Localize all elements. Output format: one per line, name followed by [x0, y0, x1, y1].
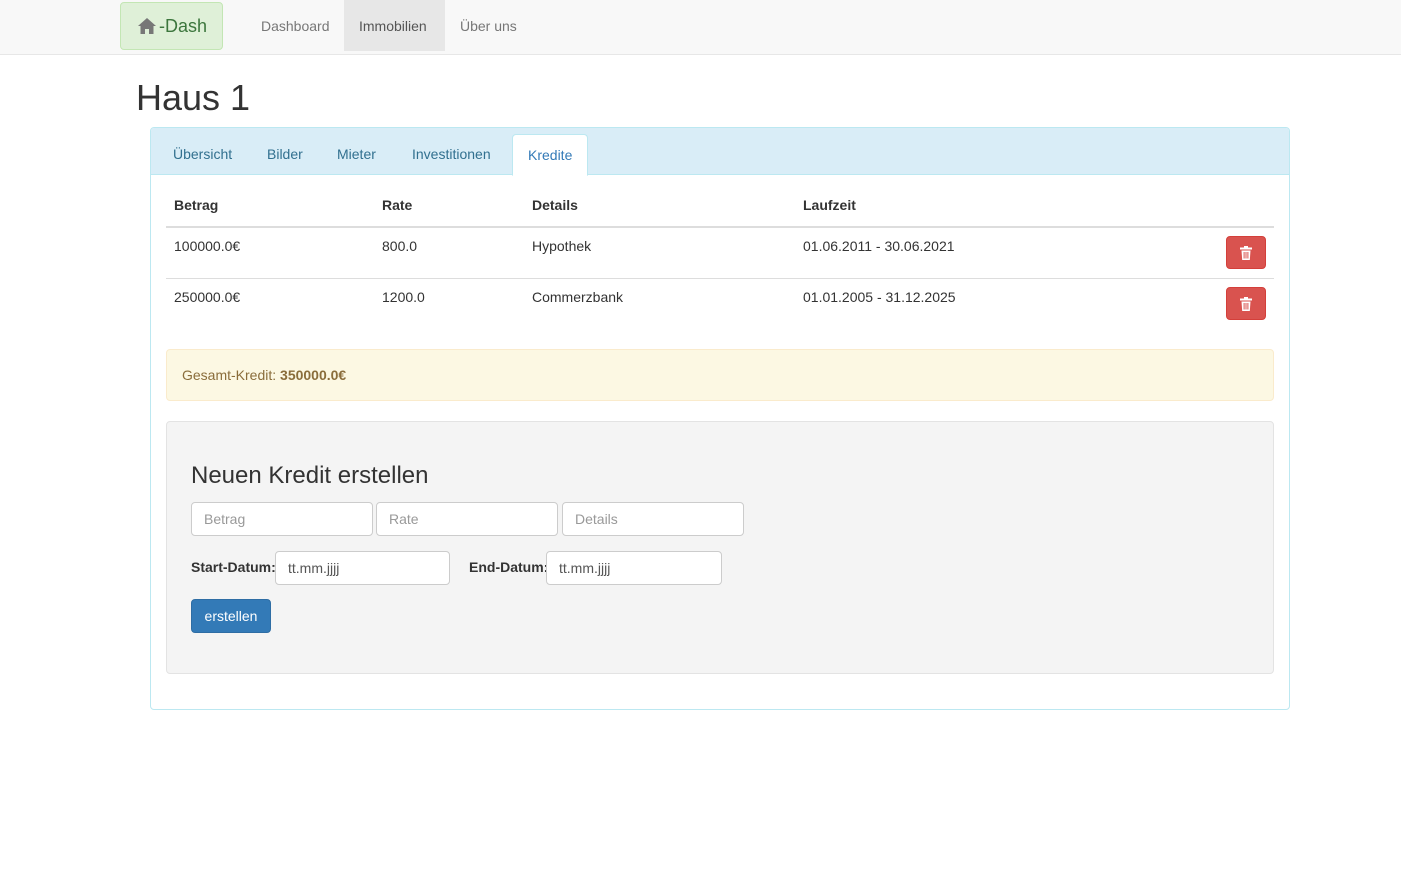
total-credit-value: 350000.0€: [280, 367, 347, 383]
tab-bilder[interactable]: Bilder: [252, 134, 318, 175]
end-date-label: End-Datum:: [469, 559, 549, 575]
cell-rate: 800.0: [382, 238, 418, 254]
tab-mieter[interactable]: Mieter: [322, 134, 391, 175]
table-header-divider: [166, 226, 1274, 228]
cell-betrag: 250000.0€: [174, 289, 241, 305]
create-button[interactable]: erstellen: [191, 599, 271, 633]
form-title: Neuen Kredit erstellen: [191, 462, 429, 489]
create-credit-form: Neuen Kredit erstellen Betrag Rate Detai…: [166, 421, 1274, 674]
brand-logo[interactable]: -Dash: [120, 2, 223, 50]
delete-button[interactable]: [1226, 236, 1266, 269]
brand-label: -Dash: [159, 15, 208, 36]
end-date-input[interactable]: tt.mm.jjjj: [546, 551, 722, 585]
cell-details: Hypothek: [532, 238, 592, 254]
total-credit-label: Gesamt-Kredit:: [182, 367, 277, 383]
details-input[interactable]: Details: [562, 502, 744, 536]
property-panel: Übersicht Bilder Mieter Investitionen Kr…: [150, 127, 1290, 710]
tab-kredite[interactable]: Kredite: [512, 134, 589, 176]
col-header-rate: Rate: [382, 197, 413, 213]
cell-rate: 1200.0: [382, 289, 425, 305]
total-credit-alert: Gesamt-Kredit: 350000.0€: [166, 349, 1274, 401]
start-date-input[interactable]: tt.mm.jjjj: [275, 551, 450, 585]
home-icon: [138, 18, 156, 34]
cell-laufzeit: 01.06.2011 - 30.06.2021: [803, 238, 955, 254]
col-header-details: Details: [532, 197, 578, 213]
col-header-laufzeit: Laufzeit: [803, 197, 856, 213]
cell-betrag: 100000.0€: [174, 238, 241, 254]
tab-investitionen[interactable]: Investitionen: [397, 134, 506, 175]
tab-bar: Übersicht Bilder Mieter Investitionen Kr…: [151, 128, 1289, 176]
nav-ueber-uns[interactable]: Über uns: [445, 0, 532, 51]
delete-button[interactable]: [1226, 287, 1266, 320]
cell-laufzeit: 01.01.2005 - 31.12.2025: [803, 289, 956, 305]
nav-dashboard[interactable]: Dashboard: [246, 0, 345, 51]
rate-input[interactable]: Rate: [376, 502, 558, 536]
start-date-label: Start-Datum:: [191, 559, 276, 575]
page-title: Haus 1: [136, 77, 251, 118]
row-divider: [166, 278, 1274, 279]
trash-icon: [1240, 296, 1252, 311]
navbar: -Dash Dashboard Immobilien Über uns: [0, 0, 1401, 55]
cell-details: Commerzbank: [532, 289, 624, 305]
tab-uebersicht[interactable]: Übersicht: [158, 134, 247, 175]
col-header-betrag: Betrag: [174, 197, 219, 213]
trash-icon: [1240, 245, 1252, 260]
nav-immobilien[interactable]: Immobilien: [344, 0, 445, 51]
betrag-input[interactable]: Betrag: [191, 502, 373, 536]
